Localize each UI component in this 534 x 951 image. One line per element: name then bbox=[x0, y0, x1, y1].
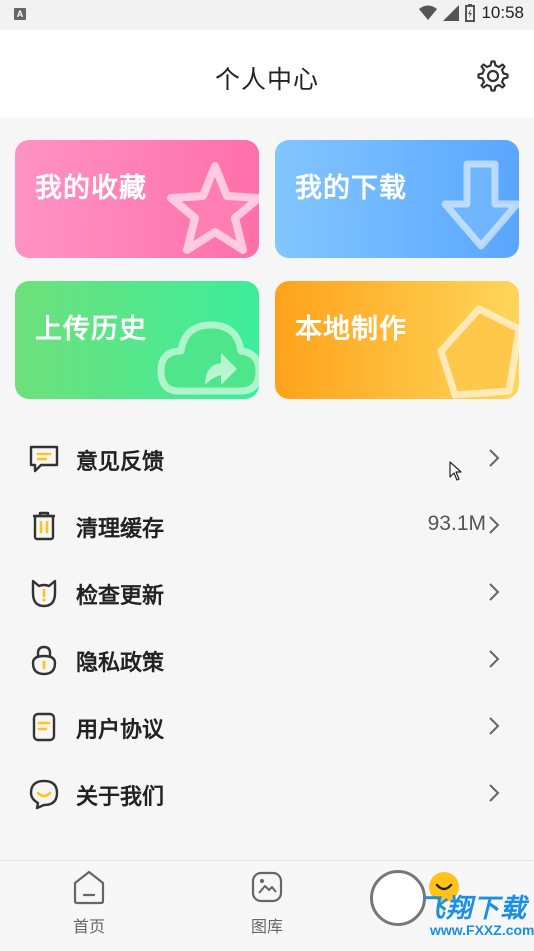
settings-menu: 意见反馈 清理缓存 93.1M 检查更新 隐私政策 用户协议 关于我们 bbox=[0, 425, 534, 827]
chevron-right-icon bbox=[489, 516, 500, 534]
cache-size-value: 93.1M bbox=[427, 512, 486, 535]
notification-icon: A bbox=[14, 8, 26, 20]
local-creation-card-label: 本地制作 bbox=[295, 314, 407, 345]
signal-icon bbox=[443, 5, 460, 21]
tab-label: 首页 bbox=[72, 917, 105, 936]
tab-label: 图库 bbox=[250, 917, 283, 936]
chevron-right-icon bbox=[489, 583, 500, 601]
home-icon bbox=[73, 870, 105, 905]
gear-icon[interactable] bbox=[476, 59, 510, 93]
menu-item-check-update[interactable]: 检查更新 bbox=[0, 559, 534, 626]
tab-home[interactable]: 首页 bbox=[29, 869, 149, 937]
menu-item-label: 用户协议 bbox=[76, 718, 165, 743]
menu-item-user-agreement[interactable]: 用户协议 bbox=[0, 693, 534, 760]
pentagon-icon bbox=[437, 305, 519, 399]
trash-icon bbox=[33, 511, 55, 541]
wifi-icon bbox=[419, 5, 438, 20]
menu-item-label: 清理缓存 bbox=[76, 517, 165, 542]
menu-item-about-us[interactable]: 关于我们 bbox=[0, 760, 534, 827]
favorites-card[interactable]: 我的收藏 bbox=[15, 140, 259, 258]
downloads-card-label: 我的下载 bbox=[295, 173, 407, 204]
page-title: 个人中心 bbox=[214, 65, 319, 94]
site-watermark: 飞翔下载 www.FXXZ.com bbox=[364, 864, 534, 950]
watermark-brand: 飞翔下载 bbox=[419, 894, 528, 924]
local-creation-card[interactable]: 本地制作 bbox=[275, 281, 519, 399]
feedback-icon bbox=[29, 445, 59, 473]
watermark-logo bbox=[370, 870, 426, 926]
chat-smile-icon bbox=[29, 779, 59, 810]
menu-item-label: 意见反馈 bbox=[76, 450, 165, 475]
chevron-right-icon bbox=[489, 784, 500, 802]
mouse-cursor-icon bbox=[449, 461, 462, 481]
favorites-card-label: 我的收藏 bbox=[35, 173, 147, 204]
upload-history-card[interactable]: 上传历史 bbox=[15, 281, 259, 399]
watermark-url: www.FXXZ.com bbox=[430, 922, 534, 938]
chevron-right-icon bbox=[489, 717, 500, 735]
menu-item-clear-cache[interactable]: 清理缓存 93.1M bbox=[0, 492, 534, 559]
document-icon bbox=[32, 712, 56, 742]
status-bar: A 10:58 bbox=[0, 0, 534, 30]
cloud-upload-icon bbox=[157, 321, 259, 395]
gallery-icon bbox=[251, 871, 283, 903]
menu-item-label: 检查更新 bbox=[76, 584, 165, 609]
star-icon bbox=[167, 162, 259, 254]
chevron-right-icon bbox=[489, 449, 500, 467]
battery-icon bbox=[465, 4, 476, 22]
lock-icon bbox=[31, 645, 57, 676]
menu-item-privacy-policy[interactable]: 隐私政策 bbox=[0, 626, 534, 693]
clock: 10:58 bbox=[481, 3, 524, 22]
tab-gallery[interactable]: 图库 bbox=[207, 869, 327, 937]
menu-item-label: 隐私政策 bbox=[76, 651, 165, 676]
upload-history-card-label: 上传历史 bbox=[35, 314, 147, 345]
menu-item-feedback[interactable]: 意见反馈 bbox=[0, 425, 534, 492]
menu-item-label: 关于我们 bbox=[76, 785, 165, 810]
downloads-card[interactable]: 我的下载 bbox=[275, 140, 519, 258]
header: 个人中心 bbox=[0, 30, 534, 118]
chevron-right-icon bbox=[489, 650, 500, 668]
update-icon bbox=[31, 579, 57, 608]
download-arrow-icon bbox=[441, 160, 519, 250]
